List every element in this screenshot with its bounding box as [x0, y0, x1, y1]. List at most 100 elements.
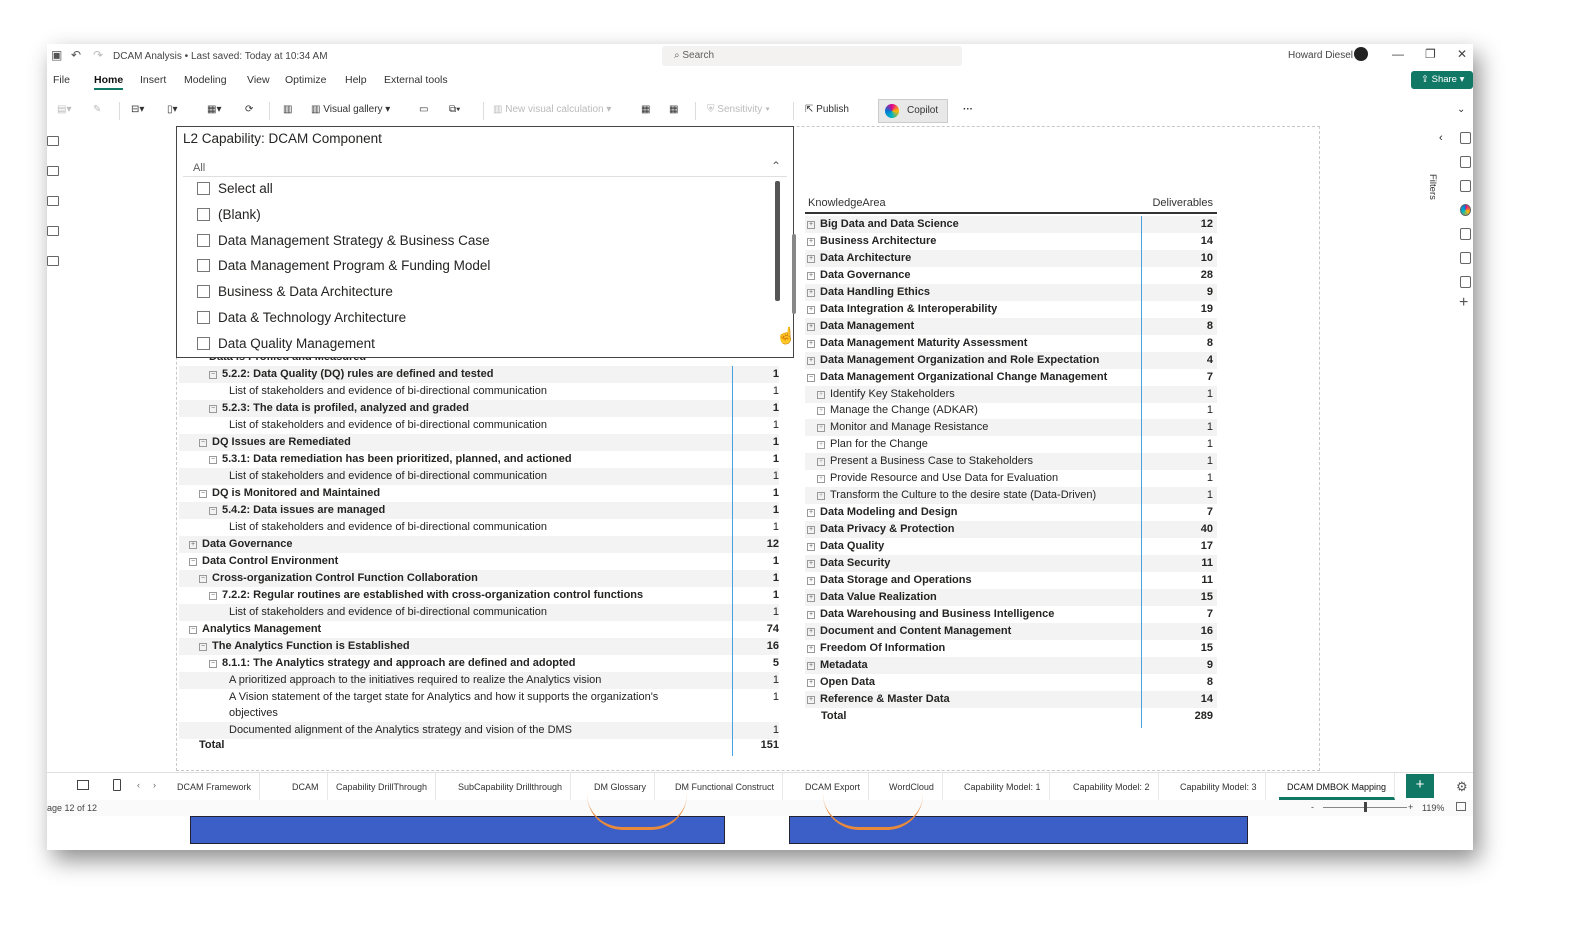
fit-to-page-icon[interactable] — [1456, 802, 1466, 811]
copilot-pane-icon[interactable] — [1460, 204, 1471, 216]
collapse-icon[interactable]: − — [199, 643, 207, 651]
expand-icon[interactable]: + — [817, 407, 825, 416]
new-measure-icon[interactable]: ▦ — [641, 104, 650, 115]
close-icon[interactable]: ✕ — [1457, 47, 1467, 61]
zoom-in-icon[interactable]: + — [1408, 802, 1413, 812]
expand-icon[interactable]: + — [807, 339, 815, 348]
expand-icon[interactable]: + — [807, 237, 815, 246]
expand-icon[interactable]: + — [807, 305, 815, 314]
table-row[interactable]: + Present a Business Case to Stakeholders… — [805, 453, 1217, 471]
format-painter-icon[interactable]: ✎ — [93, 104, 101, 115]
user-name[interactable]: Howard Diesel — [1288, 50, 1353, 61]
slicer-option[interactable]: Data Quality Management — [197, 336, 375, 356]
page-tab[interactable]: SubCapability Drillthrough — [450, 773, 572, 800]
table-row[interactable]: + Freedom Of Information 15 — [805, 640, 1217, 657]
table-row[interactable]: + Data Management 8 — [805, 317, 1217, 335]
collapse-icon[interactable]: − — [189, 558, 197, 566]
chevron-up-icon[interactable]: ⌃ — [771, 159, 781, 173]
expand-icon[interactable]: + — [807, 271, 815, 280]
expand-icon[interactable]: + — [189, 541, 197, 549]
table-row[interactable]: − Data Management Organizational Change M… — [805, 369, 1217, 386]
table-view-icon[interactable] — [47, 166, 59, 176]
paste-icon[interactable]: ▤▾ — [57, 104, 71, 115]
expand-icon[interactable]: + — [817, 441, 825, 450]
expand-icon[interactable]: + — [807, 576, 815, 585]
expand-icon[interactable]: + — [807, 593, 815, 602]
collapse-icon[interactable]: − — [199, 575, 207, 583]
add-page-button[interactable]: + — [1406, 774, 1434, 798]
page-tab[interactable]: Capability DrillThrough — [328, 773, 437, 800]
table-row[interactable]: A Vision statement of the target state f… — [179, 689, 779, 722]
page-tab[interactable]: DCAM Framework — [169, 773, 261, 800]
table-row[interactable]: + Provide Resource and Use Data for Evalu… — [805, 470, 1217, 487]
expand-icon[interactable]: + — [817, 492, 825, 501]
expand-icon[interactable]: + — [807, 509, 815, 518]
tmdl-view-icon[interactable] — [47, 256, 59, 266]
header-deliverables[interactable]: Deliverables — [1152, 197, 1213, 209]
settings-gear-icon[interactable]: ⚙ — [1456, 779, 1468, 795]
table-row[interactable]: −7.2.2: Regular routines are established… — [179, 587, 779, 604]
add-pane-icon[interactable]: + — [1459, 294, 1468, 312]
get-data-icon[interactable]: ⊟▾ — [131, 104, 144, 115]
new-visual-calculation-button[interactable]: ▥ New visual calculation ▾ — [493, 104, 611, 115]
menu-modeling[interactable]: Modeling — [184, 74, 227, 86]
menu-external-tools[interactable]: External tools — [384, 74, 448, 86]
expand-icon[interactable]: + — [807, 560, 815, 568]
table-row[interactable]: + Data Handling Ethics 9 — [805, 283, 1217, 301]
format-icon[interactable] — [1460, 180, 1471, 192]
table-row[interactable]: − Data Control Environment 1 — [179, 553, 779, 570]
slicer-option[interactable]: Data & Technology Architecture — [197, 310, 406, 330]
expand-icon[interactable]: + — [807, 526, 815, 535]
save-icon[interactable]: ▣ — [51, 48, 62, 62]
page-tab[interactable]: Capability Model: 2 — [1065, 773, 1159, 800]
table-row[interactable]: −5.4.2: Data issues are managed 1 — [179, 502, 779, 519]
table-row[interactable]: − DQ Issues are Remediated 1 — [179, 434, 779, 451]
checkbox[interactable] — [197, 207, 210, 221]
expand-icon[interactable]: + — [807, 661, 815, 670]
table-row[interactable]: + Big Data and Data Science 12 — [805, 216, 1217, 233]
table-row[interactable]: + Data Storage and Operations 11 — [805, 572, 1217, 589]
table-row[interactable]: + Metadata 9 — [805, 656, 1217, 674]
bookmark-icon[interactable] — [1460, 228, 1471, 240]
minimize-icon[interactable]: — — [1392, 47, 1404, 61]
table-row[interactable]: + Data Warehousing and Business Intellige… — [805, 606, 1217, 623]
collapse-icon[interactable]: − — [199, 490, 207, 498]
expand-icon[interactable]: + — [817, 390, 825, 399]
collapse-icon[interactable]: − — [209, 507, 217, 515]
table-row[interactable]: + Data Security 11 — [805, 555, 1217, 572]
avatar[interactable] — [1354, 47, 1368, 61]
checkbox[interactable] — [197, 336, 210, 350]
collapse-pane-icon[interactable]: ‹ — [1439, 132, 1443, 144]
more-options-icon[interactable]: ··· — [963, 104, 973, 115]
refresh-icon[interactable]: ⟳ — [245, 104, 253, 115]
next-page-icon[interactable]: › — [153, 780, 156, 790]
checkbox[interactable] — [197, 259, 210, 273]
table-row[interactable]: − Cross-organization Control Function Col… — [179, 570, 779, 587]
table-row[interactable]: List of stakeholders and evidence of bi-… — [179, 383, 779, 400]
more-visuals-icon[interactable]: ⧉▾ — [449, 104, 460, 115]
undo-icon[interactable]: ↶ — [71, 48, 81, 62]
filters-label[interactable]: Filters — [1427, 174, 1438, 200]
zoom-level[interactable]: 119% — [1422, 803, 1444, 813]
collapse-icon[interactable]: − — [209, 371, 217, 379]
table-row[interactable]: + Manage the Change (ADKAR) 1 — [805, 402, 1217, 419]
collapse-icon[interactable]: − — [807, 373, 815, 382]
menu-optimize[interactable]: Optimize — [285, 74, 326, 86]
sensitivity-button[interactable]: ⛨ Sensitivity ▾ — [707, 104, 770, 115]
checkbox[interactable] — [197, 285, 210, 299]
mobile-layout-icon[interactable] — [113, 779, 121, 791]
model-view-icon[interactable] — [47, 196, 59, 206]
performance-icon[interactable] — [1460, 276, 1471, 288]
zoom-out-icon[interactable]: - — [1311, 802, 1314, 812]
checkbox[interactable] — [197, 311, 210, 324]
report-view-icon[interactable] — [47, 136, 59, 146]
visual-gallery-button[interactable]: ▥ Visual gallery ▾ — [311, 104, 390, 115]
table-row[interactable]: −5.2.2: Data Quality (DQ) rules are defi… — [179, 366, 779, 383]
desktop-layout-icon[interactable] — [77, 780, 89, 790]
collapse-icon[interactable]: − — [199, 439, 207, 447]
slicer-option[interactable]: Data Management Program & Funding Model — [197, 258, 490, 278]
data-source-icon[interactable]: ▯▾ — [167, 104, 178, 115]
slicer-option[interactable]: Data Management Strategy & Business Case — [197, 233, 490, 253]
search-input[interactable]: ⌕ Search — [662, 46, 962, 66]
table-row[interactable]: + Data Privacy & Protection 40 — [805, 521, 1217, 539]
